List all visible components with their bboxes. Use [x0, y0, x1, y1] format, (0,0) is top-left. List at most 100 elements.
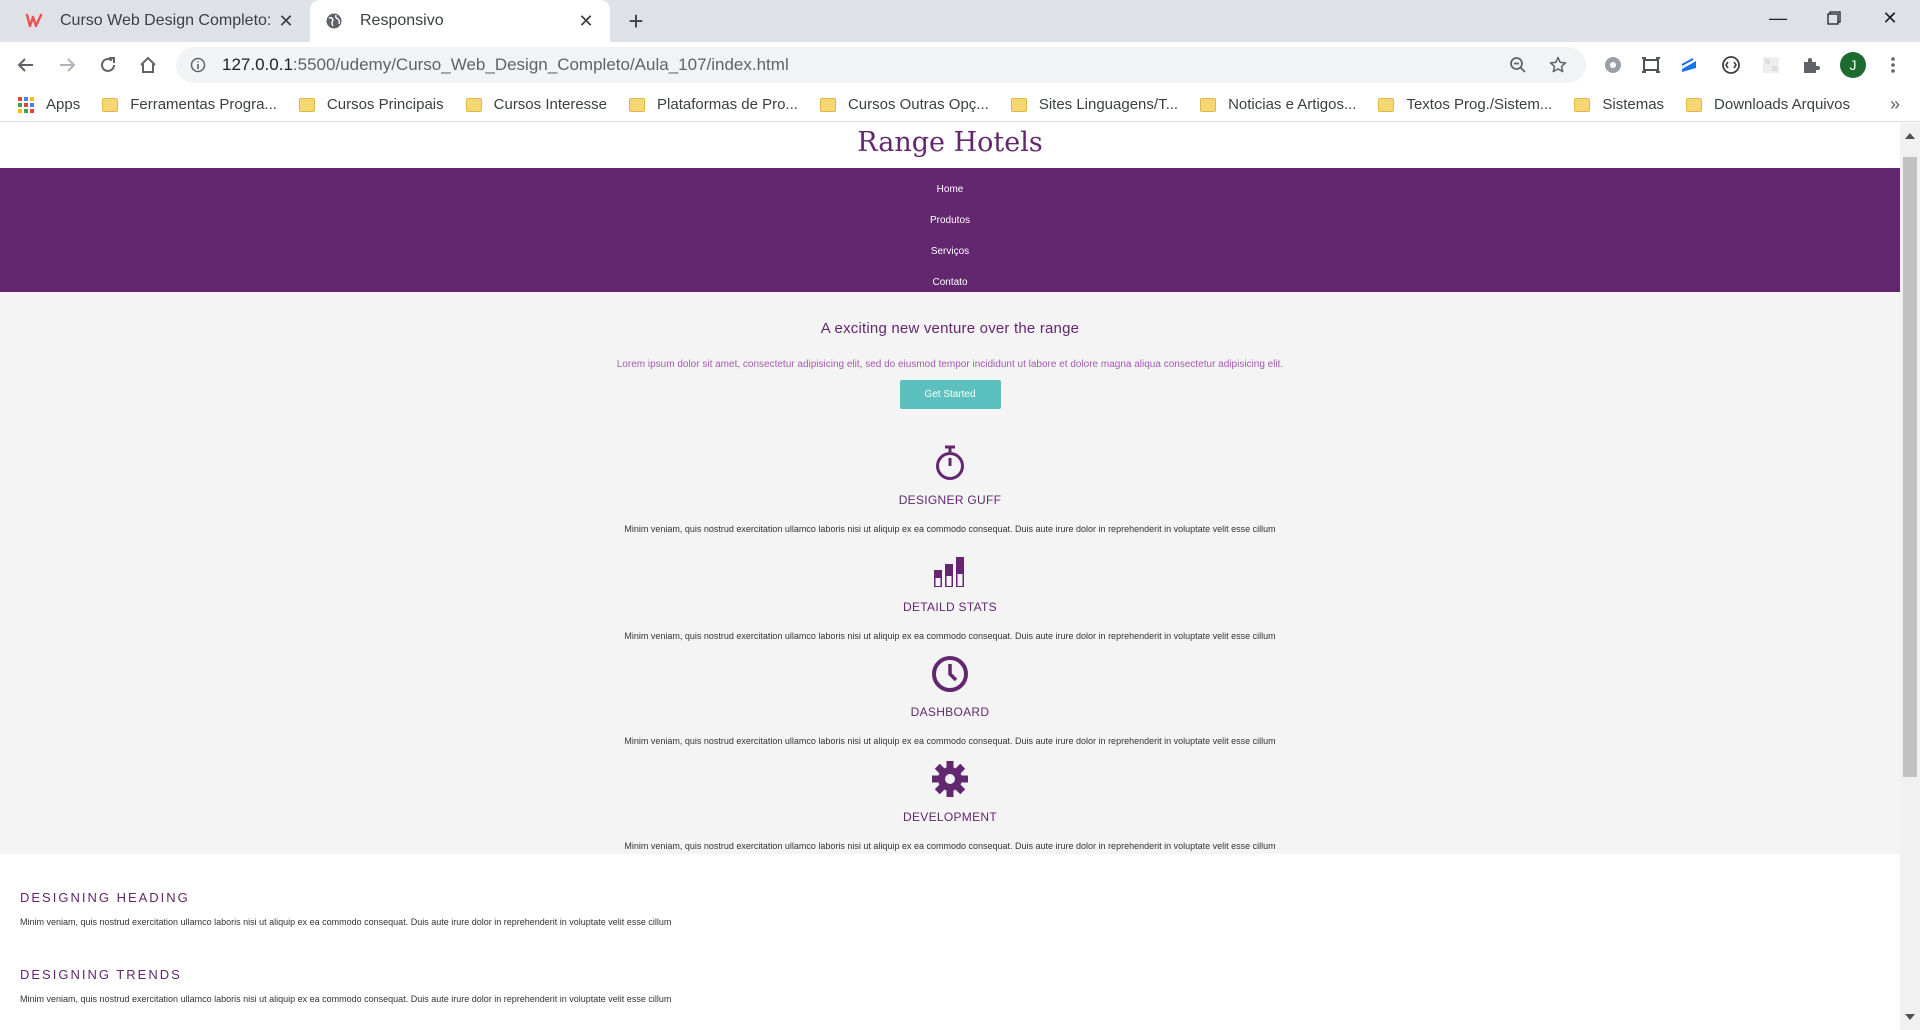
feature-text: Minim veniam, quis nostrud exercitation …: [624, 841, 1276, 851]
extension-icon[interactable]: [1600, 52, 1626, 78]
feature-item: DESIGNER GUFF Minim veniam, quis nostrud…: [0, 439, 1900, 534]
brand-logo[interactable]: Range Hotels: [0, 123, 1900, 168]
scroll-down-icon[interactable]: [1905, 1014, 1915, 1020]
bookmark-folder[interactable]: Noticias e Artigos...: [1200, 96, 1356, 113]
profile-avatar[interactable]: J: [1840, 52, 1866, 78]
hero-title: A exciting new venture over the range: [820, 320, 1080, 337]
feature-title: DESIGNER GUFF: [898, 493, 1002, 507]
screenshot-extension-icon[interactable]: [1638, 52, 1664, 78]
feature-title: DETAILD STATS: [903, 600, 997, 614]
main-nav: Home Produtos Serviços Contato: [0, 168, 1900, 292]
nav-link-servicos[interactable]: Serviços: [0, 236, 1900, 267]
trend-title: DESIGNING TRENDS: [20, 967, 182, 982]
udemy-icon: [24, 11, 44, 31]
folder-icon: [298, 97, 315, 112]
bookmark-label: Ferramentas Progra...: [130, 96, 277, 113]
trends-section: DESIGNING HEADING Minim veniam, quis nos…: [0, 854, 1900, 1004]
bookmark-label: Noticias e Artigos...: [1228, 96, 1357, 113]
apps-grid-icon: [18, 96, 34, 113]
scrollbar-thumb[interactable]: [1903, 157, 1917, 777]
bookmark-folder[interactable]: Cursos Outras Opç...: [819, 96, 989, 113]
close-icon[interactable]: ✕: [576, 11, 596, 31]
get-started-button[interactable]: Get Started: [899, 380, 1001, 409]
nav-link-home[interactable]: Home: [0, 174, 1900, 205]
nav-link-produtos[interactable]: Produtos: [0, 205, 1900, 236]
scroll-up-icon[interactable]: [1905, 133, 1915, 139]
menu-kebab-icon[interactable]: [1880, 52, 1906, 78]
restore-icon[interactable]: [1806, 0, 1862, 36]
bookmark-folder[interactable]: Cursos Interesse: [465, 96, 608, 113]
window-close-icon[interactable]: ✕: [1862, 0, 1918, 36]
folder-icon: [819, 97, 836, 112]
trend-item: DESIGNING HEADING Minim veniam, quis nos…: [20, 890, 1880, 927]
site-info-icon[interactable]: [188, 55, 208, 75]
bookmark-label: Textos Prog./Sistem...: [1406, 96, 1553, 113]
trend-text: Minim veniam, quis nostrud exercitation …: [20, 994, 672, 1004]
tab-curso-web-design[interactable]: Curso Web Design Completo: HT ✕: [10, 0, 310, 42]
bookmark-label: Cursos Interesse: [493, 96, 608, 113]
bookmark-folder[interactable]: Downloads Arquivos: [1686, 96, 1850, 113]
more-bookmarks-icon[interactable]: »: [1890, 94, 1900, 115]
url-path: :5500/udemy/Curso_Web_Design_Completo/Au…: [292, 55, 789, 74]
bookmark-star-icon[interactable]: [1546, 53, 1570, 77]
feature-text: Minim veniam, quis nostrud exercitation …: [624, 631, 1276, 641]
folder-icon: [629, 97, 646, 112]
url-host: 127.0.0.1: [222, 55, 293, 74]
trend-item: DESIGNING TRENDS Minim veniam, quis nost…: [20, 967, 1880, 1004]
folder-icon: [1010, 97, 1027, 112]
trend-text: Minim veniam, quis nostrud exercitation …: [20, 917, 672, 927]
back-icon[interactable]: [10, 49, 42, 81]
bookmark-label: Plataformas de Pro...: [657, 96, 798, 113]
globe-icon: [324, 11, 344, 31]
bookmark-folder[interactable]: Plataformas de Pro...: [629, 96, 798, 113]
bookmark-folder[interactable]: Textos Prog./Sistem...: [1378, 96, 1552, 113]
bookmark-folder[interactable]: Cursos Principais: [298, 96, 444, 113]
hero-lead: Lorem ipsum dolor sit amet, consectetur …: [616, 359, 1284, 370]
zoom-icon[interactable]: [1506, 53, 1530, 77]
reload-icon[interactable]: [92, 49, 124, 81]
trend-title: DESIGNING HEADING: [20, 890, 190, 905]
feature-title: DEVELOPMENT: [903, 810, 997, 824]
folder-icon: [1686, 97, 1703, 112]
tab-title: Responsivo: [360, 12, 444, 29]
folder-icon: [465, 97, 482, 112]
bookmark-label: Sites Linguagens/T...: [1038, 96, 1179, 113]
close-icon[interactable]: ✕: [276, 11, 296, 31]
bookmark-label: Downloads Arquivos: [1714, 96, 1850, 113]
folder-icon: [1200, 97, 1217, 112]
folder-icon: [1574, 97, 1591, 112]
bar-chart-icon: [0, 546, 1900, 588]
browser-toolbar: 127.0.0.1:5500/udemy/Curso_Web_Design_Co…: [0, 42, 1920, 88]
bookmark-apps[interactable]: Apps: [18, 96, 80, 113]
bookmark-label: Cursos Principais: [326, 96, 444, 113]
clock-icon: [0, 651, 1900, 693]
tab-strip: Curso Web Design Completo: HT ✕ Responsi…: [0, 0, 1920, 42]
address-bar[interactable]: 127.0.0.1:5500/udemy/Curso_Web_Design_Co…: [176, 47, 1586, 83]
bookmark-folder[interactable]: Sites Linguagens/T...: [1010, 96, 1179, 113]
extension-icon[interactable]: [1758, 52, 1784, 78]
bookmarks-bar: Apps Ferramentas Progra... Cursos Princi…: [0, 88, 1920, 122]
feature-item: DETAILD STATS Minim veniam, quis nostrud…: [0, 546, 1900, 641]
folder-icon: [1378, 97, 1395, 112]
home-icon[interactable]: [132, 49, 164, 81]
gear-icon: [0, 756, 1900, 798]
tab-responsivo[interactable]: Responsivo ✕: [310, 0, 610, 42]
new-tab-icon[interactable]: +: [622, 8, 650, 36]
folder-icon: [102, 97, 119, 112]
feature-item: DASHBOARD Minim veniam, quis nostrud exe…: [0, 651, 1900, 746]
hero-section: A exciting new venture over the range Lo…: [0, 292, 1900, 854]
bookmark-folder[interactable]: Sistemas: [1574, 96, 1664, 113]
feature-title: DASHBOARD: [910, 705, 990, 719]
bookmark-label: Apps: [46, 96, 81, 113]
forward-icon[interactable]: [51, 49, 83, 81]
feature-item: DEVELOPMENT Minim veniam, quis nostrud e…: [0, 756, 1900, 851]
extension-icon[interactable]: [1718, 52, 1744, 78]
page-viewport: Range Hotels Home Produtos Serviços Cont…: [0, 123, 1900, 1030]
feature-text: Minim veniam, quis nostrud exercitation …: [624, 524, 1276, 534]
bookmark-label: Cursos Outras Opç...: [847, 96, 989, 113]
extensions-puzzle-icon[interactable]: [1798, 52, 1824, 78]
extension-icon[interactable]: [1676, 52, 1702, 78]
minimize-icon[interactable]: —: [1750, 0, 1806, 36]
bookmark-folder[interactable]: Ferramentas Progra...: [102, 96, 277, 113]
page-scrollbar[interactable]: [1900, 123, 1920, 1030]
